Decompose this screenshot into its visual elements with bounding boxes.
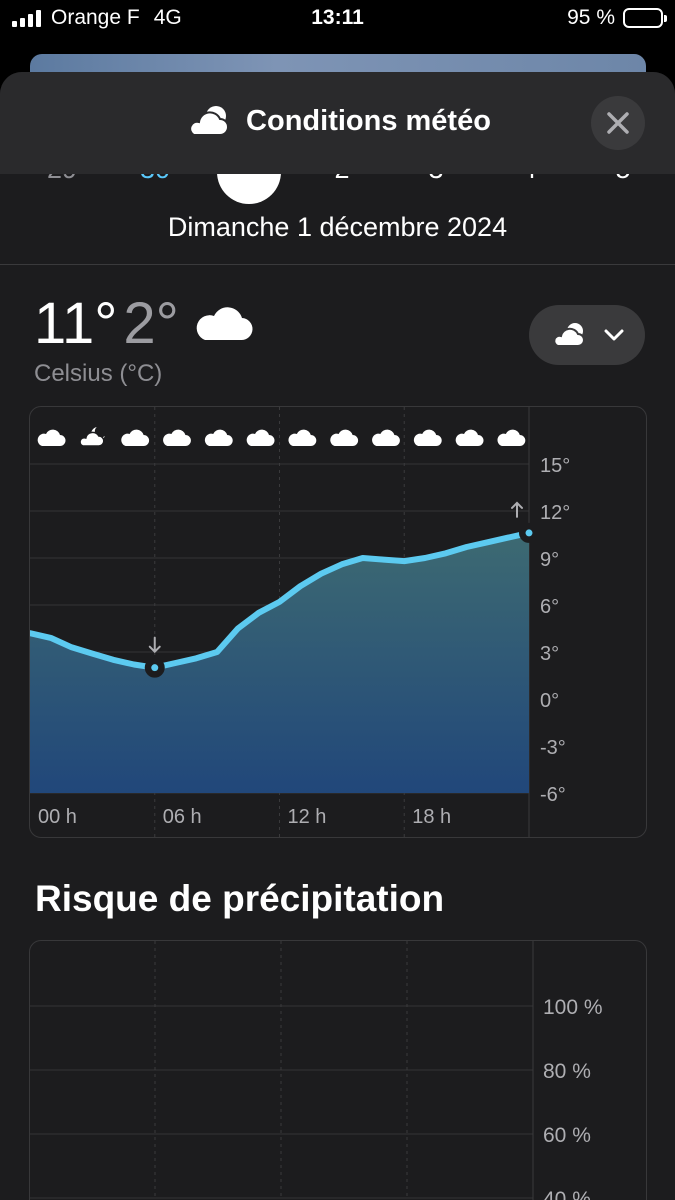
cloud-sun-icon [189,106,229,136]
close-button[interactable] [591,96,645,150]
status-bar: Orange F 4G 13:11 95 % [0,0,675,40]
conditions-sheet: 293012345 Conditions météo Dimanche 1 dé… [0,72,675,1200]
temperature-chart-svg: 15° 12° 9° 6° 3° 0° -3° -6° 00 h 06 h 12 h 18 h [30,407,570,837]
y-tick-label: 80 % [543,1060,591,1083]
temperature-area [30,532,529,793]
high-temperature: 11° [34,291,118,356]
unit-label: Celsius (°C) [34,360,163,387]
precipitation-title: Risque de précipitation [35,878,445,919]
y-tick-label: 12° [540,502,570,524]
battery-percent: 95 % [567,6,615,29]
y-tick-label: 60 % [543,1124,591,1147]
cloud-icon [413,429,442,446]
precipitation-chart-svg: 100 % 80 % 60 % 40 % [30,941,603,1200]
cloud-icon [204,429,233,446]
x-tick-label: 18 h [412,806,451,828]
y-tick-label: 15° [540,455,570,477]
x-tick-label: 06 h [163,806,202,828]
chevron-down-icon [604,329,624,341]
precipitation-chart[interactable]: 100 % 80 % 60 % 40 % [29,940,647,1200]
temperature-summary: 11° 2° [34,290,255,357]
min-temp-marker-dot [151,664,159,672]
cloud-icon [196,306,253,340]
battery-icon [623,8,667,28]
sheet-title-text: Conditions météo [246,104,491,137]
cloud-icon [455,429,484,446]
partly-cloudy-night-icon [79,427,105,447]
y-tick-label: 40 % [543,1188,591,1200]
low-temperature: 2° [123,291,179,356]
x-tick-label: 12 h [288,806,327,828]
cloud-icon [288,429,317,446]
y-tick-label: -3° [540,737,566,759]
y-tick-label: 9° [540,549,559,571]
condition-selector-button[interactable] [529,305,645,365]
y-tick-label: -6° [540,784,566,806]
cloud-icon [330,429,359,446]
close-icon [607,112,629,134]
sheet-title: Conditions météo [0,104,675,138]
y-tick-label: 0° [540,690,559,712]
cloud-icon [121,429,150,446]
cloud-icon [372,429,400,446]
status-right: 95 % [567,6,667,30]
cloud-icon [497,429,526,446]
cloud-sun-icon [553,323,585,347]
y-tick-label: 100 % [543,996,603,1019]
arrow-down-icon [148,636,161,654]
sheet-header: Conditions météo [0,72,675,174]
divider [0,264,675,265]
cloud-icon [163,429,191,446]
y-tick-label: 6° [540,596,559,618]
y-tick-label: 3° [540,643,559,665]
x-tick-label: 00 h [38,806,77,828]
cloud-icon [246,429,275,446]
max-temp-marker-dot [525,529,533,537]
cloud-icon [37,429,66,446]
arrow-up-icon [511,501,523,518]
temperature-chart[interactable]: 15° 12° 9° 6° 3° 0° -3° -6° 00 h 06 h 12 h 18 h [29,406,647,838]
date-label: Dimanche 1 décembre 2024 [167,212,508,242]
